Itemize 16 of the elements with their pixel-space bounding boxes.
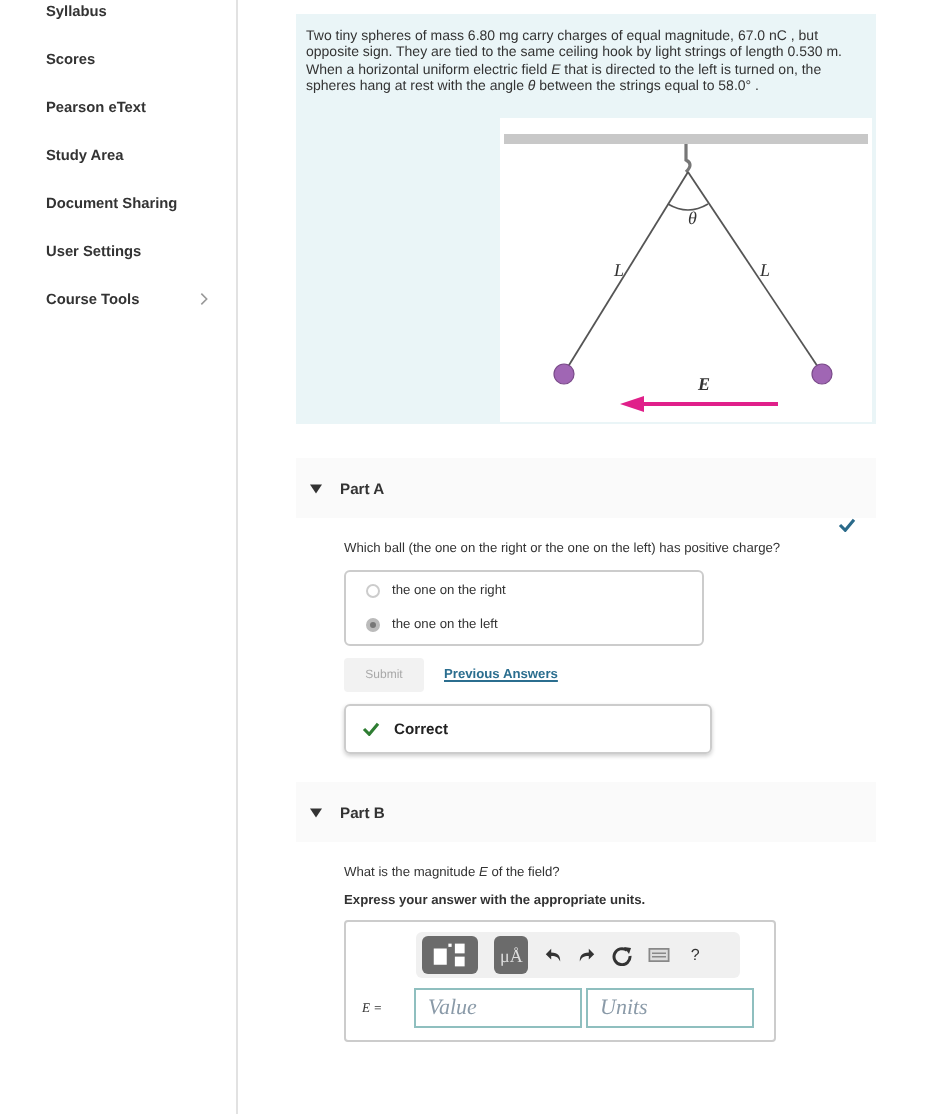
check-icon	[362, 722, 380, 736]
radio-button[interactable]	[366, 618, 380, 632]
field-label: E	[698, 374, 711, 394]
angle-label: θ	[688, 208, 697, 228]
reset-icon[interactable]	[612, 945, 633, 965]
redo-icon[interactable]	[578, 947, 597, 963]
keyboard-icon[interactable]	[648, 948, 671, 962]
value-field[interactable]: Value	[414, 988, 582, 1028]
length-label: L	[614, 260, 625, 280]
units-button[interactable]: μÅ	[494, 936, 529, 974]
help-button[interactable]: ?	[686, 946, 704, 964]
radio-button[interactable]	[366, 584, 380, 598]
undo-icon[interactable]	[544, 947, 563, 963]
units-field[interactable]: Units	[586, 988, 754, 1028]
template-button[interactable]	[422, 936, 478, 974]
length-label: L	[760, 260, 771, 280]
